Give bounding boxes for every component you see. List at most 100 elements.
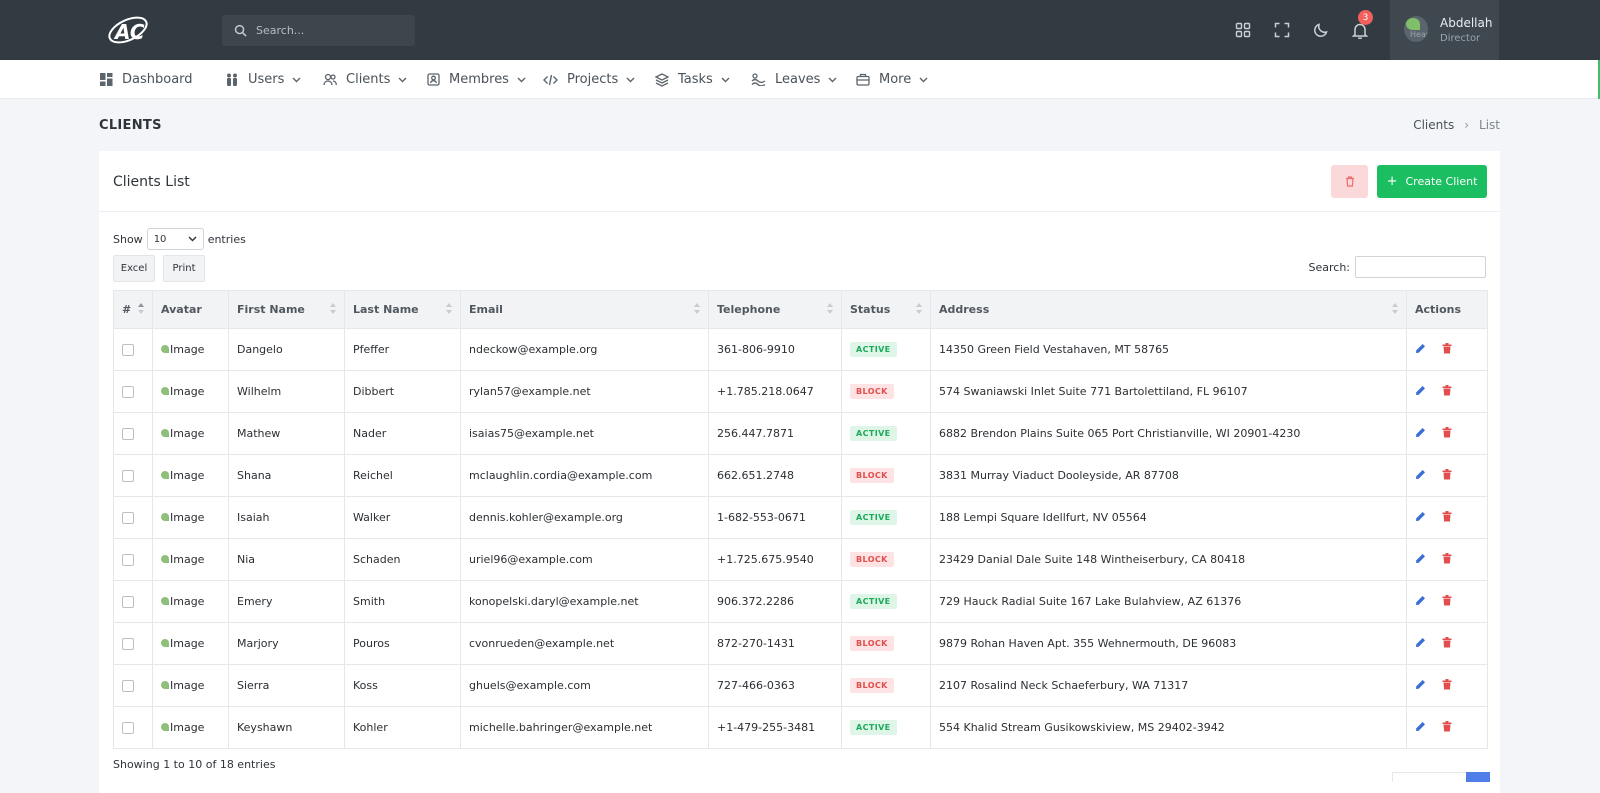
column-header-index[interactable]: # <box>113 290 153 329</box>
row-checkbox[interactable] <box>122 638 134 650</box>
nav-item-label: Leaves <box>775 72 821 87</box>
bulk-delete-button[interactable] <box>1331 165 1368 198</box>
layers-icon <box>655 72 669 87</box>
user-name: Abdellah <box>1440 16 1493 30</box>
edit-pencil-icon[interactable] <box>1415 553 1426 564</box>
actions-cell <box>1406 622 1488 665</box>
edit-pencil-icon[interactable] <box>1415 469 1426 480</box>
entries-select[interactable]: 10 <box>146 228 204 250</box>
nav-item-more[interactable]: More <box>856 60 928 99</box>
broken-image-icon <box>161 345 169 354</box>
top-header: AC 3 Hear Abdellah <box>0 0 1600 60</box>
column-header-telephone[interactable]: Telephone <box>708 290 842 329</box>
actions-cell <box>1406 454 1488 497</box>
sort-icon <box>1392 303 1398 316</box>
row-checkbox[interactable] <box>122 512 134 524</box>
briefcase-icon <box>856 73 870 86</box>
apps-grid-icon[interactable] <box>1234 21 1252 39</box>
edit-pencil-icon[interactable] <box>1415 343 1426 354</box>
global-search-input[interactable] <box>256 24 406 37</box>
nav-item-label: Users <box>248 72 285 87</box>
edit-pencil-icon[interactable] <box>1415 721 1426 732</box>
status-cell: ACTIVE <box>841 328 931 371</box>
delete-trash-icon[interactable] <box>1442 426 1452 438</box>
nav-item-projects[interactable]: Projects <box>543 60 635 99</box>
status-badge: BLOCK <box>850 636 894 651</box>
edit-pencil-icon[interactable] <box>1415 427 1426 438</box>
delete-trash-icon[interactable] <box>1442 510 1452 522</box>
last-name-cell: Walker <box>344 496 461 539</box>
pagination[interactable] <box>1392 772 1490 782</box>
avatar-cell: Image <box>152 412 229 455</box>
column-header-email[interactable]: Email <box>460 290 709 329</box>
dark-mode-moon-icon[interactable] <box>1312 21 1330 39</box>
edit-pencil-icon[interactable] <box>1415 385 1426 396</box>
export-excel-button[interactable]: Excel <box>113 255 155 282</box>
sort-icon <box>330 303 336 316</box>
column-header-last-name[interactable]: Last Name <box>344 290 461 329</box>
actions-cell <box>1406 412 1488 455</box>
nav-item-dashboard[interactable]: Dashboard <box>100 60 193 99</box>
avatar-cell: Image <box>152 496 229 539</box>
edit-pencil-icon[interactable] <box>1415 679 1426 690</box>
status-badge: ACTIVE <box>850 594 897 609</box>
user-menu[interactable]: Hear Abdellah Director <box>1390 0 1499 60</box>
edit-pencil-icon[interactable] <box>1415 637 1426 648</box>
broken-image-icon <box>161 429 169 438</box>
table-search-input[interactable] <box>1355 256 1486 278</box>
table-header-row: # Avatar First Name Last Name Email Tele… <box>113 290 1488 329</box>
delete-trash-icon[interactable] <box>1442 720 1452 732</box>
edit-pencil-icon[interactable] <box>1415 595 1426 606</box>
row-checkbox[interactable] <box>122 386 134 398</box>
row-checkbox[interactable] <box>122 554 134 566</box>
row-checkbox[interactable] <box>122 428 134 440</box>
column-header-first-name[interactable]: First Name <box>228 290 345 329</box>
global-search[interactable] <box>222 15 415 46</box>
delete-trash-icon[interactable] <box>1442 636 1452 648</box>
nav-item-label: Clients <box>346 72 391 87</box>
delete-trash-icon[interactable] <box>1442 678 1452 690</box>
telephone-cell: 872-270-1431 <box>708 622 842 665</box>
table-row: Image Emery Smith konopelski.daryl@examp… <box>113 580 1488 623</box>
nav-item-leaves[interactable]: Leaves <box>751 60 837 99</box>
row-checkbox[interactable] <box>122 470 134 482</box>
actions-cell <box>1406 706 1488 749</box>
status-cell: BLOCK <box>841 370 931 413</box>
breadcrumb-link-clients[interactable]: Clients <box>1413 118 1454 132</box>
delete-trash-icon[interactable] <box>1442 384 1452 396</box>
print-button[interactable]: Print <box>163 255 205 282</box>
nav-item-tasks[interactable]: Tasks <box>655 60 730 99</box>
status-badge: ACTIVE <box>850 510 897 525</box>
column-header-address[interactable]: Address <box>930 290 1407 329</box>
trash-icon <box>1345 176 1354 187</box>
column-header-actions: Actions <box>1406 290 1488 329</box>
delete-trash-icon[interactable] <box>1442 468 1452 480</box>
column-header-status[interactable]: Status <box>841 290 931 329</box>
id-card-icon <box>427 73 440 86</box>
pagination-current-page[interactable] <box>1466 772 1490 782</box>
row-checkbox[interactable] <box>122 722 134 734</box>
delete-trash-icon[interactable] <box>1442 594 1452 606</box>
email-cell: rylan57@example.net <box>460 370 709 413</box>
status-cell: ACTIVE <box>841 580 931 623</box>
nav-item-users[interactable]: Users <box>225 60 301 99</box>
nav-item-membres[interactable]: Membres <box>427 60 526 99</box>
app-logo[interactable]: AC <box>105 11 151 49</box>
status-cell: BLOCK <box>841 622 931 665</box>
row-checkbox[interactable] <box>122 596 134 608</box>
create-client-label: Create Client <box>1405 175 1478 188</box>
row-checkbox[interactable] <box>122 344 134 356</box>
telephone-cell: 361-806-9910 <box>708 328 842 371</box>
edit-pencil-icon[interactable] <box>1415 511 1426 522</box>
delete-trash-icon[interactable] <box>1442 552 1452 564</box>
row-checkbox[interactable] <box>122 680 134 692</box>
status-cell: ACTIVE <box>841 496 931 539</box>
address-cell: 14350 Green Field Vestahaven, MT 58765 <box>930 328 1407 371</box>
create-client-button[interactable]: + Create Client <box>1377 165 1487 198</box>
leaves-icon <box>751 73 766 86</box>
nav-item-clients[interactable]: Clients <box>323 60 407 99</box>
chevron-down-icon <box>292 77 301 82</box>
delete-trash-icon[interactable] <box>1442 342 1452 354</box>
address-cell: 3831 Murray Viaduct Dooleyside, AR 87708 <box>930 454 1407 497</box>
fullscreen-icon[interactable] <box>1273 21 1291 39</box>
